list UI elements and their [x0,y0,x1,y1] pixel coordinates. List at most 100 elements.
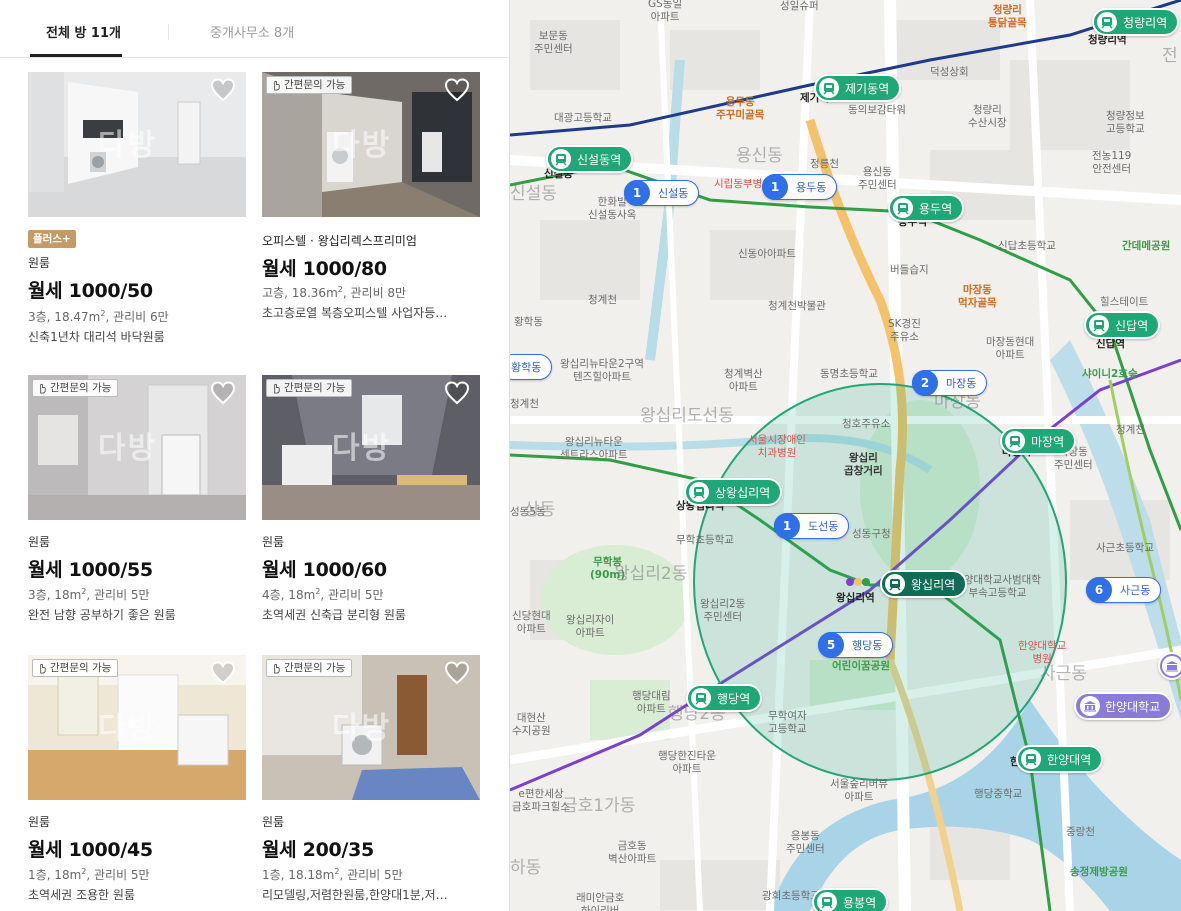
tab-divider [168,24,169,40]
map-label: 청량리 수산시장 [968,104,1007,129]
map-label: 정릉천 [810,158,839,170]
map-label: 무학초등학교 [676,534,734,546]
listing-spec: 4층, 18m2, 관리비 5만 [262,587,384,602]
listing-price: 월세 1000/55 [28,559,153,581]
listing-spec: 1층, 18.18m2, 관리비 5만 [262,867,403,882]
station-marker[interactable]: 용두역 [888,194,965,222]
station-marker[interactable]: 제기동역 [814,74,902,102]
map-label: 래미안금호 하이리버 [576,892,625,911]
map-label: 청계벽산 아파트 [724,368,763,393]
map-label: 응봉동 주민센터 [786,830,825,855]
cluster-marker[interactable]: 2 마장동 [912,370,988,396]
hand-icon [40,383,46,394]
favorite-heart-icon[interactable] [210,661,236,685]
listing-card[interactable]: 다방 간편문의 가능 원룸 월세 200/35 1층, 18.18m2, 관리비… [262,655,480,911]
subway-icon [1089,315,1109,335]
tab-all-rooms[interactable]: 전체 방 11개 [46,22,121,41]
map-label: 송정제방공원 [1070,866,1128,878]
watermark: 다방 [332,711,392,746]
listing-photo: 다방 [28,72,246,217]
map-label: 중랑천 [1066,826,1095,838]
subway-icon [819,78,839,98]
station-marker[interactable]: 신설동역 [546,145,634,173]
listing-photo: 다방 간편문의 가능 [262,655,480,800]
map-label: 사근동 [1040,664,1087,684]
subway-icon [1021,749,1041,769]
listing-description: 리모델링,저렴한원룸,한양대1분,저… [262,888,448,902]
listing-description: 초역세권 조용한 원룸 [28,888,135,902]
cluster-marker[interactable]: 1 용두동 [762,174,838,200]
listing-photo: 다방 간편문의 가능 [262,72,480,217]
subway-icon [689,482,709,502]
subway-icon [885,574,905,594]
station-marker[interactable]: 왕십리역 [880,570,968,598]
favorite-heart-icon[interactable] [444,661,470,685]
map-label: GS동일 아파트 [648,0,683,23]
listing-type: 원룸 [28,256,51,270]
subway-icon [551,149,571,169]
station-marker[interactable]: 한양대역 [1016,745,1104,773]
subway-icon [817,892,837,911]
favorite-heart-icon[interactable] [210,78,236,102]
map-label: 하동 [510,858,542,878]
cluster-marker[interactable]: 5 행당동 [818,632,894,658]
university-marker[interactable] [1158,652,1181,680]
station-marker[interactable]: 상왕십리역 [684,478,783,506]
listing-card[interactable]: 다방 간편문의 가능 원룸 월세 1000/60 4층, 18m2, 관리비 5… [262,375,480,645]
cluster-marker[interactable]: 황학동 [510,354,553,380]
station-marker[interactable]: 마장역 [1000,427,1077,455]
map-label: 왕십리역 [836,592,875,604]
map-label: 청계천 [510,398,539,410]
map-label: 왕십리뉴타운2구역 텐즈힐아파트 [560,358,644,383]
hand-icon [274,80,280,91]
listing-photo: 다방 간편문의 가능 [28,655,246,800]
station-marker[interactable]: 행당역 [686,684,763,712]
listing-price: 월세 200/35 [262,839,374,861]
station-marker[interactable]: 신답역 [1084,311,1161,339]
map-label: 한양대학교사범대학 부속고등학교 [954,574,1041,599]
map-view[interactable]: GS동일 아파트 보문동 주민센터 성일슈퍼 청량리 통닭골목 청량리역 덕성상회 용… [510,0,1181,911]
map-label: 대현산 수지공원 [512,712,551,737]
listing-price: 월세 1000/60 [262,559,387,581]
map-label: 왕십리도선동 [640,406,734,426]
contact-badge: 간편문의 가능 [266,76,353,94]
station-marker[interactable]: 용봉역 [812,888,889,911]
listing-card[interactable]: 다방 간편문의 가능 원룸 월세 1000/45 1층, 18m2, 관리비 5… [28,655,246,911]
map-label: 동명초등학교 [820,368,878,380]
map-label: 왕십리2동 [614,564,688,584]
listing-description: 초역세권 신축급 분리형 원룸 [262,608,406,622]
watermark: 다방 [332,431,392,466]
map-label: 보문동 주민센터 [534,30,573,55]
favorite-heart-icon[interactable] [444,78,470,102]
listing-card[interactable]: 다방 간편문의 가능 원룸 월세 1000/55 3층, 18m2, 관리비 5… [28,375,246,645]
station-marker[interactable]: 청량리역 [1092,8,1180,36]
map-label: 황학동 [514,316,543,328]
listing-price: 월세 1000/45 [28,839,153,861]
listing-description: 신축1년차 대리석 바닥원룸 [28,330,165,344]
map-label: 행당한진타운 아파트 [658,750,716,775]
cluster-marker[interactable]: 1 신설동 [624,180,700,206]
watermark: 다방 [98,128,158,163]
cluster-marker[interactable]: 1 도선동 [774,513,850,539]
listing-card[interactable]: 다방 간편문의 가능 오피스텔 · 왕십리렉스프리미엄 월세 1000/80 고… [262,72,480,342]
listing-card[interactable]: 다방 플러스+ 원룸 월세 1000/50 3층, 18.47m2, 관리비 6… [28,72,246,344]
map-label: 청호주유소 [842,418,891,430]
watermark: 다방 [98,431,158,466]
subway-icon [1097,12,1117,32]
cluster-marker[interactable]: 6 사근동 [1086,577,1162,603]
tab-agencies[interactable]: 중개사무소 8개 [210,22,294,41]
listing-photo: 다방 간편문의 가능 [262,375,480,520]
university-marker[interactable]: 한양대학교 [1074,692,1173,720]
map-label: 신동아아파트 [738,248,796,260]
favorite-heart-icon[interactable] [210,381,236,405]
map-label: 청량정보 고등학교 [1106,110,1145,135]
map-label: 동의보감타워 [848,104,906,116]
active-tab-indicator [30,54,122,57]
map-label: 어린이꿈공원 [832,660,890,672]
listing-photo: 다방 간편문의 가능 [28,375,246,520]
listing-spec: 고층, 18.36m2, 관리비 8만 [262,285,407,300]
favorite-heart-icon[interactable] [444,381,470,405]
map-label: 청계천 [588,294,617,306]
tab-bar: 전체 방 11개 중개사무소 8개 [0,0,509,58]
map-label: 왕십리 곱창거리 [844,452,883,477]
